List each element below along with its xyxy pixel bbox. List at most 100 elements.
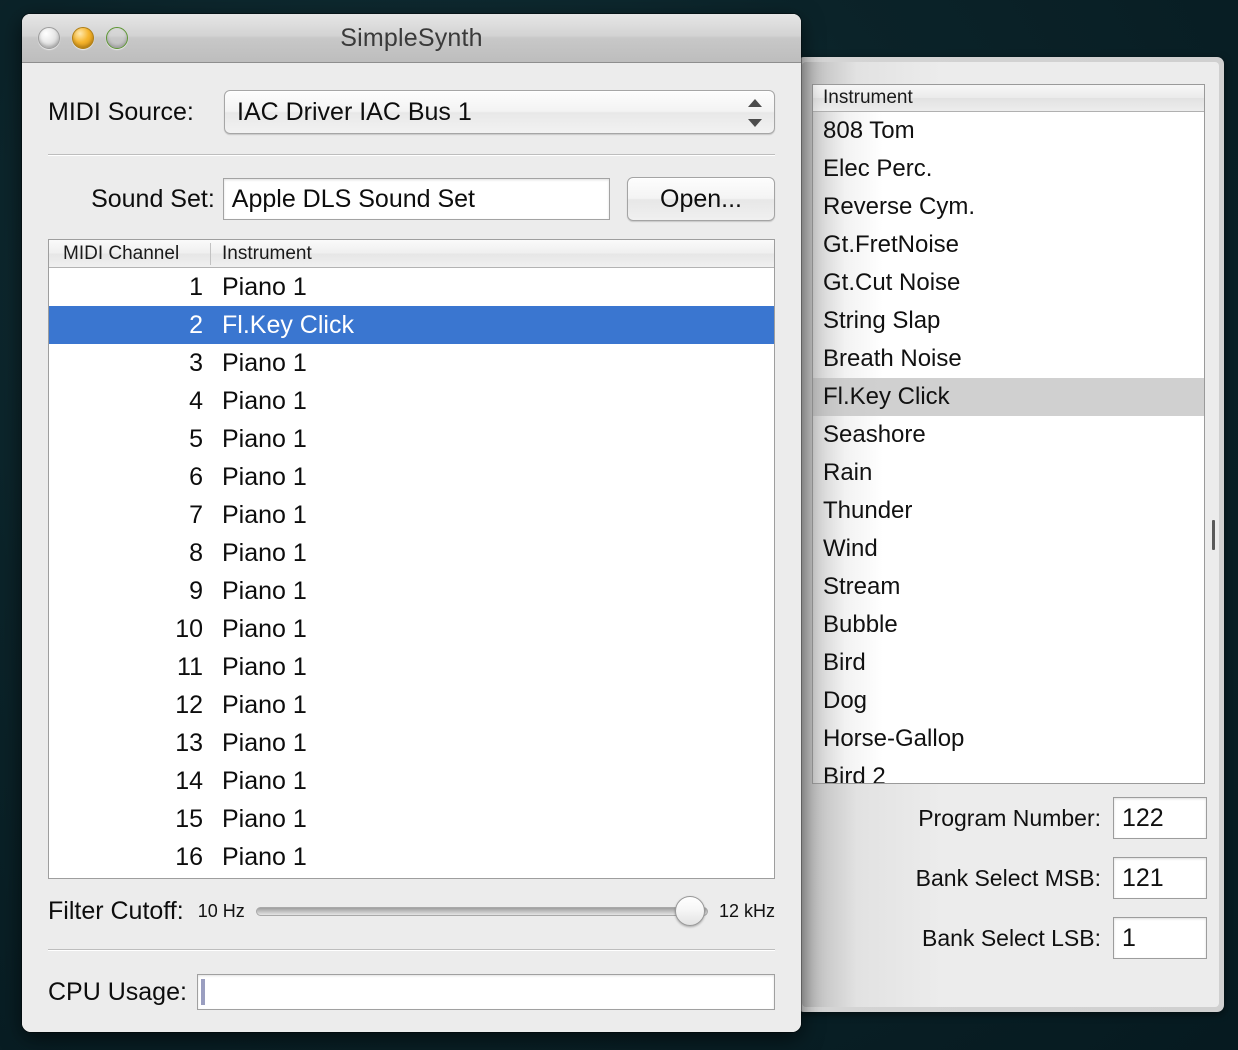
cell-instrument: Piano 1: [222, 728, 307, 757]
instrument-column-title: Instrument: [823, 87, 913, 108]
table-row[interactable]: 5 Piano 1: [49, 420, 774, 458]
table-row[interactable]: 10 Piano 1: [49, 610, 774, 648]
midi-channel-table[interactable]: MIDI Channel Instrument 1 Piano 1 2 Fl.Key …: [48, 239, 775, 879]
list-item[interactable]: Gt.FretNoise: [813, 226, 1204, 264]
list-item[interactable]: Rain: [813, 454, 1204, 492]
table-row[interactable]: 6 Piano 1: [49, 458, 774, 496]
midi-source-label: MIDI Source:: [48, 97, 194, 126]
table-row[interactable]: 7 Piano 1: [49, 496, 774, 534]
midi-source-row: MIDI Source: IAC Driver IAC Bus 1: [48, 90, 775, 134]
sound-set-label: Sound Set:: [91, 184, 215, 213]
list-item[interactable]: Horse-Gallop: [813, 720, 1204, 758]
table-row[interactable]: 9 Piano 1: [49, 572, 774, 610]
cell-midi-channel: 5: [189, 424, 203, 453]
filter-min-label: 10 Hz: [197, 900, 245, 921]
close-button-icon[interactable]: [38, 27, 60, 49]
window-titlebar[interactable]: SimpleSynth: [22, 14, 801, 63]
list-item[interactable]: Reverse Cym.: [813, 188, 1204, 226]
cell-instrument: Piano 1: [222, 348, 307, 377]
table-row[interactable]: 8 Piano 1: [49, 534, 774, 572]
table-row[interactable]: 15 Piano 1: [49, 800, 774, 838]
stepper-arrows-icon[interactable]: [748, 99, 762, 127]
table-body: 1 Piano 1 2 Fl.Key Click 3 Piano 1 4 Piano 1 5 Pi…: [49, 268, 774, 876]
table-row[interactable]: 11 Piano 1: [49, 648, 774, 686]
parameter-row: Bank Select MSB: 121: [812, 857, 1207, 899]
cell-instrument: Piano 1: [222, 842, 307, 871]
list-item[interactable]: Bubble: [813, 606, 1204, 644]
cell-midi-channel: 11: [177, 652, 203, 681]
zoom-button-icon[interactable]: [106, 27, 128, 49]
open-button[interactable]: Open...: [627, 177, 775, 221]
cell-instrument: Piano 1: [222, 386, 307, 415]
cpu-usage-level: [200, 979, 205, 1005]
list-item[interactable]: 808 Tom: [813, 112, 1204, 150]
list-item[interactable]: Seashore: [813, 416, 1204, 454]
sound-set-row: Sound Set: Apple DLS Sound Set Open...: [48, 177, 775, 221]
instrument-list[interactable]: 808 Tom Elec Perc. Reverse Cym. Gt.FretNois…: [813, 112, 1204, 783]
minimize-button-icon[interactable]: [72, 27, 94, 49]
parameter-label: Bank Select MSB:: [915, 864, 1101, 891]
list-item[interactable]: Wind: [813, 530, 1204, 568]
table-header-row: MIDI Channel Instrument: [49, 240, 774, 268]
list-item[interactable]: Bird: [813, 644, 1204, 682]
table-row[interactable]: 2 Fl.Key Click: [49, 306, 774, 344]
window-title: SimpleSynth: [340, 23, 483, 52]
parameter-input[interactable]: 1: [1113, 917, 1207, 959]
table-row[interactable]: 4 Piano 1: [49, 382, 774, 420]
cell-instrument: Piano 1: [222, 576, 307, 605]
instrument-listbox[interactable]: Instrument 808 Tom Elec Perc. Reverse Cym.…: [812, 84, 1205, 784]
list-item[interactable]: String Slap: [813, 302, 1204, 340]
cpu-usage-row: CPU Usage:: [48, 974, 775, 1010]
instrument-parameters: Program Number: 122 Bank Select MSB: 121 Ban…: [812, 797, 1207, 977]
table-row[interactable]: 16 Piano 1: [49, 838, 774, 876]
column-header-midi-channel: MIDI Channel: [49, 242, 211, 265]
table-row[interactable]: 3 Piano 1: [49, 344, 774, 382]
table-row[interactable]: 1 Piano 1: [49, 268, 774, 306]
cell-instrument: Piano 1: [222, 652, 307, 681]
cell-instrument: Piano 1: [222, 766, 307, 795]
resize-grip-handle[interactable]: [1212, 520, 1215, 550]
filter-cutoff-slider[interactable]: [255, 893, 708, 929]
instrument-palette-content: Instrument 808 Tom Elec Perc. Reverse Cym.…: [802, 62, 1219, 1007]
filter-cutoff-row: Filter Cutoff: 10 Hz 12 kHz: [48, 893, 775, 929]
cell-instrument: Piano 1: [222, 424, 307, 453]
midi-source-popup[interactable]: IAC Driver IAC Bus 1: [224, 90, 775, 134]
cell-instrument: Piano 1: [222, 614, 307, 643]
cell-midi-channel: 2: [189, 310, 203, 339]
table-row[interactable]: 12 Piano 1: [49, 686, 774, 724]
cell-midi-channel: 13: [175, 728, 203, 757]
cell-instrument: Piano 1: [222, 538, 307, 567]
filter-max-label: 12 kHz: [718, 900, 775, 921]
list-item[interactable]: Stream: [813, 568, 1204, 606]
cell-midi-channel: 14: [175, 766, 203, 795]
parameter-input[interactable]: 121: [1113, 857, 1207, 899]
slider-knob[interactable]: [674, 896, 705, 926]
chevron-up-icon: [748, 99, 762, 107]
list-item[interactable]: Dog: [813, 682, 1204, 720]
parameter-label: Bank Select LSB:: [922, 924, 1101, 951]
sound-set-field[interactable]: Apple DLS Sound Set: [222, 178, 610, 220]
window-controls: [38, 27, 128, 49]
cell-instrument: Piano 1: [222, 500, 307, 529]
cell-midi-channel: 4: [189, 386, 203, 415]
table-row[interactable]: 14 Piano 1: [49, 762, 774, 800]
list-item[interactable]: Gt.Cut Noise: [813, 264, 1204, 302]
list-item[interactable]: Fl.Key Click: [813, 378, 1204, 416]
parameter-label: Program Number:: [918, 804, 1101, 831]
sound-set-value: Apple DLS Sound Set: [231, 184, 476, 213]
parameter-input[interactable]: 122: [1113, 797, 1207, 839]
instrument-palette-window: Instrument 808 Tom Elec Perc. Reverse Cym.…: [797, 57, 1224, 1012]
cell-midi-channel: 3: [189, 348, 203, 377]
list-item[interactable]: Breath Noise: [813, 340, 1204, 378]
column-header-instrument: Instrument: [222, 242, 312, 264]
instrument-list-header: Instrument: [813, 85, 1204, 112]
cell-midi-channel: 6: [189, 462, 203, 491]
filter-cutoff-label: Filter Cutoff:: [48, 896, 184, 925]
list-item[interactable]: Thunder: [813, 492, 1204, 530]
list-item[interactable]: Elec Perc.: [813, 150, 1204, 188]
cpu-usage-meter: [196, 974, 775, 1010]
cell-midi-channel: 8: [189, 538, 203, 567]
table-row[interactable]: 13 Piano 1: [49, 724, 774, 762]
list-item[interactable]: Bird 2: [813, 758, 1204, 783]
cpu-usage-label: CPU Usage:: [48, 977, 187, 1006]
